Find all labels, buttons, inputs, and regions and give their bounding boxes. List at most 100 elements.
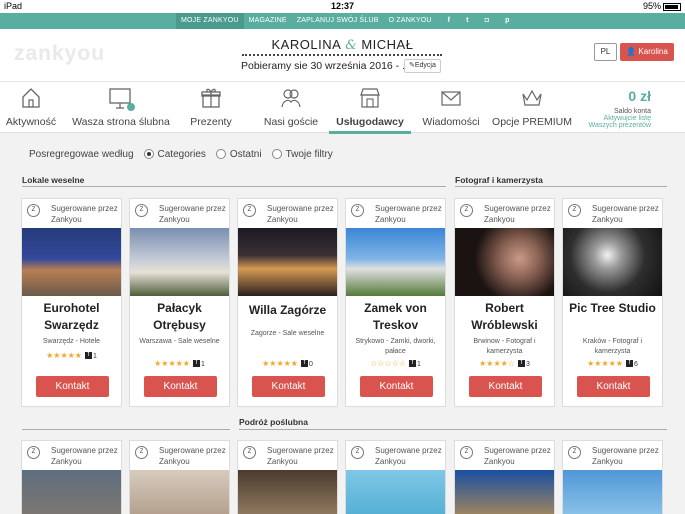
instagram-icon[interactable]: ◘ [480, 13, 494, 29]
radio-ostatni-label[interactable]: Ostatni [230, 149, 262, 160]
zankyou-badge-icon: Z [27, 446, 40, 459]
suggested-tag: Sugerowane przez Zankyou [267, 204, 334, 224]
vendor-photo[interactable] [22, 470, 121, 514]
zankyou-badge-icon: Z [351, 446, 364, 459]
activate-gift-list-link[interactable]: Aktywujcie listę [589, 115, 651, 122]
radio-twoje-filtry[interactable] [271, 149, 282, 159]
contact-button[interactable]: Kontakt [360, 376, 433, 397]
nav-wiadomosci[interactable]: Wiadomości [420, 82, 482, 133]
vendor-title[interactable]: Willa Zagórze [240, 302, 335, 319]
topnav-o-zankyou[interactable]: O ZANKYOU [384, 13, 437, 29]
nav-label: Nasi goście [263, 116, 319, 128]
radio-ostatni[interactable] [215, 149, 226, 159]
nav-uslugodawcy[interactable]: Usługodawcy [329, 82, 411, 134]
vendor-card[interactable]: Z Sugerowane przez Zankyou [237, 440, 338, 514]
vendor-card[interactable]: Z Sugerowane przez Zankyou [129, 440, 230, 514]
user-menu-button[interactable]: 👤 Karolina [620, 43, 674, 61]
contact-button[interactable]: Kontakt [36, 376, 109, 397]
zankyou-badge-icon: Z [243, 204, 256, 217]
vendor-title[interactable]: Zamek von Treskov [348, 300, 443, 334]
user-name: Karolina [638, 47, 668, 56]
suggested-tag: Sugerowane przez Zankyou [51, 446, 118, 466]
vendor-card[interactable]: Z Sugerowane przez Zankyou Pic Tree Studio… [562, 198, 663, 407]
nav-label: Prezenty [190, 116, 232, 128]
vendor-photo[interactable] [346, 228, 445, 296]
facebook-icon[interactable]: f [443, 13, 456, 29]
facebook-icon: f [517, 360, 525, 368]
vendor-photo[interactable] [130, 470, 229, 514]
facebook-icon: f [192, 360, 200, 368]
radio-categories[interactable] [143, 149, 154, 159]
topnav-magazine[interactable]: MAGAZINE [244, 13, 292, 29]
shop-icon [360, 88, 380, 108]
vendor-location: Strykowo - Zamki, dworki, pałace [355, 338, 436, 355]
vendor-rating: ☆☆☆☆☆ f 1 [346, 359, 445, 368]
vendor-photo[interactable] [22, 228, 121, 296]
vendor-card[interactable]: Z Sugerowane przez Zankyou [454, 440, 555, 514]
suggested-tag: Sugerowane przez Zankyou [267, 446, 334, 466]
topnav-zaplanuj[interactable]: ZAPLANUJ SWÓJ ŚLUB [292, 13, 384, 29]
facebook-count: 1 [416, 361, 421, 368]
vendor-card[interactable]: Z Sugerowane przez Zankyou Robert Wróblews… [454, 198, 555, 407]
facebook-count: 1 [200, 361, 205, 368]
vendor-photo[interactable] [455, 470, 554, 514]
activate-gift-list-link-2[interactable]: Waszych prezentów [589, 122, 651, 129]
user-icon: 👤 [626, 47, 637, 56]
vendor-card[interactable]: Z Sugerowane przez Zankyou [21, 440, 122, 514]
vendor-title[interactable]: Pałacyk Otrębusy [132, 300, 227, 334]
vendor-title[interactable]: Eurohotel Swarzędz [24, 300, 119, 334]
nav-prezenty[interactable]: Prezenty [180, 82, 242, 133]
vendor-card[interactable]: Z Sugerowane przez Zankyou Pałacyk Otrębus… [129, 198, 230, 407]
star-rating: ★★★★★ [262, 359, 298, 368]
star-rating: ★★★★★ [587, 359, 623, 368]
vendor-card[interactable]: Z Sugerowane przez Zankyou Eurohotel Swarz… [21, 198, 122, 407]
contact-button[interactable]: Kontakt [144, 376, 217, 397]
vendor-photo[interactable] [563, 228, 662, 296]
contact-button[interactable]: Kontakt [469, 376, 542, 397]
guests-icon [281, 89, 301, 108]
vendor-rating: ★★★★★ f 1 [22, 351, 121, 360]
facebook-icon: f [84, 352, 92, 360]
radio-twoje-filtry-label[interactable]: Twoje filtry [286, 149, 333, 160]
vendor-title[interactable]: Pic Tree Studio [565, 300, 660, 317]
vendor-photo[interactable] [346, 470, 445, 514]
ampersand: & [345, 38, 358, 53]
facebook-count: 6 [633, 361, 638, 368]
vendor-card[interactable]: Z Sugerowane przez Zankyou Willa Zagórze Za… [237, 198, 338, 407]
vendor-location: Zagorze - Sale weselne [250, 330, 325, 337]
suggested-tag: Sugerowane przez Zankyou [484, 446, 551, 466]
edit-label: Edycja [414, 62, 436, 69]
pinterest-icon[interactable]: p [500, 13, 514, 29]
vendor-title[interactable]: Robert Wróblewski [457, 300, 552, 334]
vendor-photo[interactable] [238, 470, 337, 514]
vendor-card[interactable]: Z Sugerowane przez Zankyou [562, 440, 663, 514]
envelope-icon [441, 91, 461, 106]
dotted-divider [242, 54, 442, 56]
vendor-photo[interactable] [130, 228, 229, 296]
vendor-photo[interactable] [563, 470, 662, 514]
star-rating: ★★★★★ [46, 351, 82, 360]
vendor-photo[interactable] [238, 228, 337, 296]
vendor-card[interactable]: Z Sugerowane przez Zankyou [345, 440, 446, 514]
topnav-moje-zankyou[interactable]: MOJE ZANKYOU [176, 13, 244, 29]
contact-button[interactable]: Kontakt [577, 376, 650, 397]
zankyou-badge-icon: Z [568, 204, 581, 217]
battery-status: 95% [643, 1, 681, 11]
nav-opcje-premium[interactable]: Opcje PREMIUM [491, 82, 573, 133]
contact-button[interactable]: Kontakt [252, 376, 325, 397]
nav-strona-slubna[interactable]: Wasza strona ślubna [70, 82, 172, 133]
edit-button[interactable]: ✎Edycja [404, 59, 441, 73]
language-button[interactable]: PL [594, 43, 617, 61]
radio-categories-label[interactable]: Categories [158, 149, 206, 160]
zankyou-badge-icon: Z [135, 204, 148, 217]
vendor-photo[interactable] [455, 228, 554, 296]
vendor-location: Brwinow - Fotograf i kamerzysta [473, 338, 536, 355]
section-heading: Fotograf i kamerzysta [455, 175, 543, 185]
twitter-icon[interactable]: t [461, 13, 474, 29]
nav-aktywnosc[interactable]: Aktywność [0, 82, 62, 133]
nav-nasi-goscie[interactable]: Nasi goście [258, 82, 324, 133]
section-divider [239, 429, 667, 430]
name-right: MICHAŁ [361, 37, 414, 52]
vendor-card[interactable]: Z Sugerowane przez Zankyou Zamek von Tresk… [345, 198, 446, 407]
vendor-location: Kraków - Fotograf i kamerzysta [582, 338, 643, 355]
